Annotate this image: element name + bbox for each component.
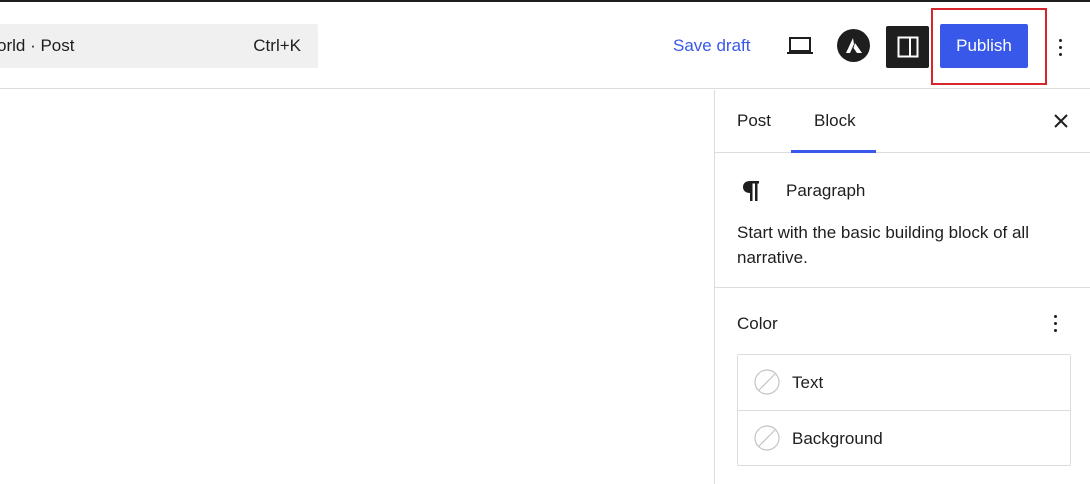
no-color-swatch-icon [754,425,780,451]
command-palette-button[interactable]: orld · Post Ctrl+K [0,24,318,68]
block-description: Start with the basic building block of a… [737,223,1029,267]
no-color-swatch-icon [754,369,780,395]
text-color-item[interactable]: Text [738,355,1070,410]
editor-canvas[interactable] [0,90,714,484]
preview-button[interactable] [784,28,816,64]
text-color-label: Text [792,373,824,392]
editor-header: orld · Post Ctrl+K Save draft Publish [0,2,1090,89]
document-title: orld · Post [0,36,75,55]
block-title: Paragraph [786,181,866,200]
background-color-item[interactable]: Background [738,410,1070,465]
block-card: Paragraph Start with the basic building … [715,153,1090,288]
settings-sidebar-toggle[interactable] [886,26,929,68]
color-panel: Color Text Background [715,288,1090,484]
close-icon [1054,114,1068,128]
color-panel-title: Color [737,314,778,333]
tab-block[interactable]: Block [814,111,856,131]
vertical-ellipsis-icon [1058,38,1062,42]
sidebar-tabs: Post Block [715,90,1090,153]
astra-logo-icon [845,37,862,53]
save-draft-button[interactable]: Save draft [673,36,751,56]
astra-settings-button[interactable] [837,29,870,62]
command-shortcut: Ctrl+K [253,36,301,55]
background-color-label: Background [792,429,883,448]
publish-button[interactable]: Publish [940,24,1028,68]
tab-post[interactable]: Post [737,111,771,131]
sidebar-toggle-icon [897,36,918,58]
settings-sidebar: Post Block Paragraph Start with the basi… [714,90,1090,484]
color-options-button[interactable] [1045,308,1065,338]
color-settings-list: Text Background [737,354,1071,466]
vertical-ellipsis-icon [1053,314,1057,318]
laptop-icon [787,37,813,54]
pilcrow-icon [743,181,759,201]
close-sidebar-button[interactable] [1048,108,1074,134]
options-menu-button[interactable] [1049,32,1071,62]
